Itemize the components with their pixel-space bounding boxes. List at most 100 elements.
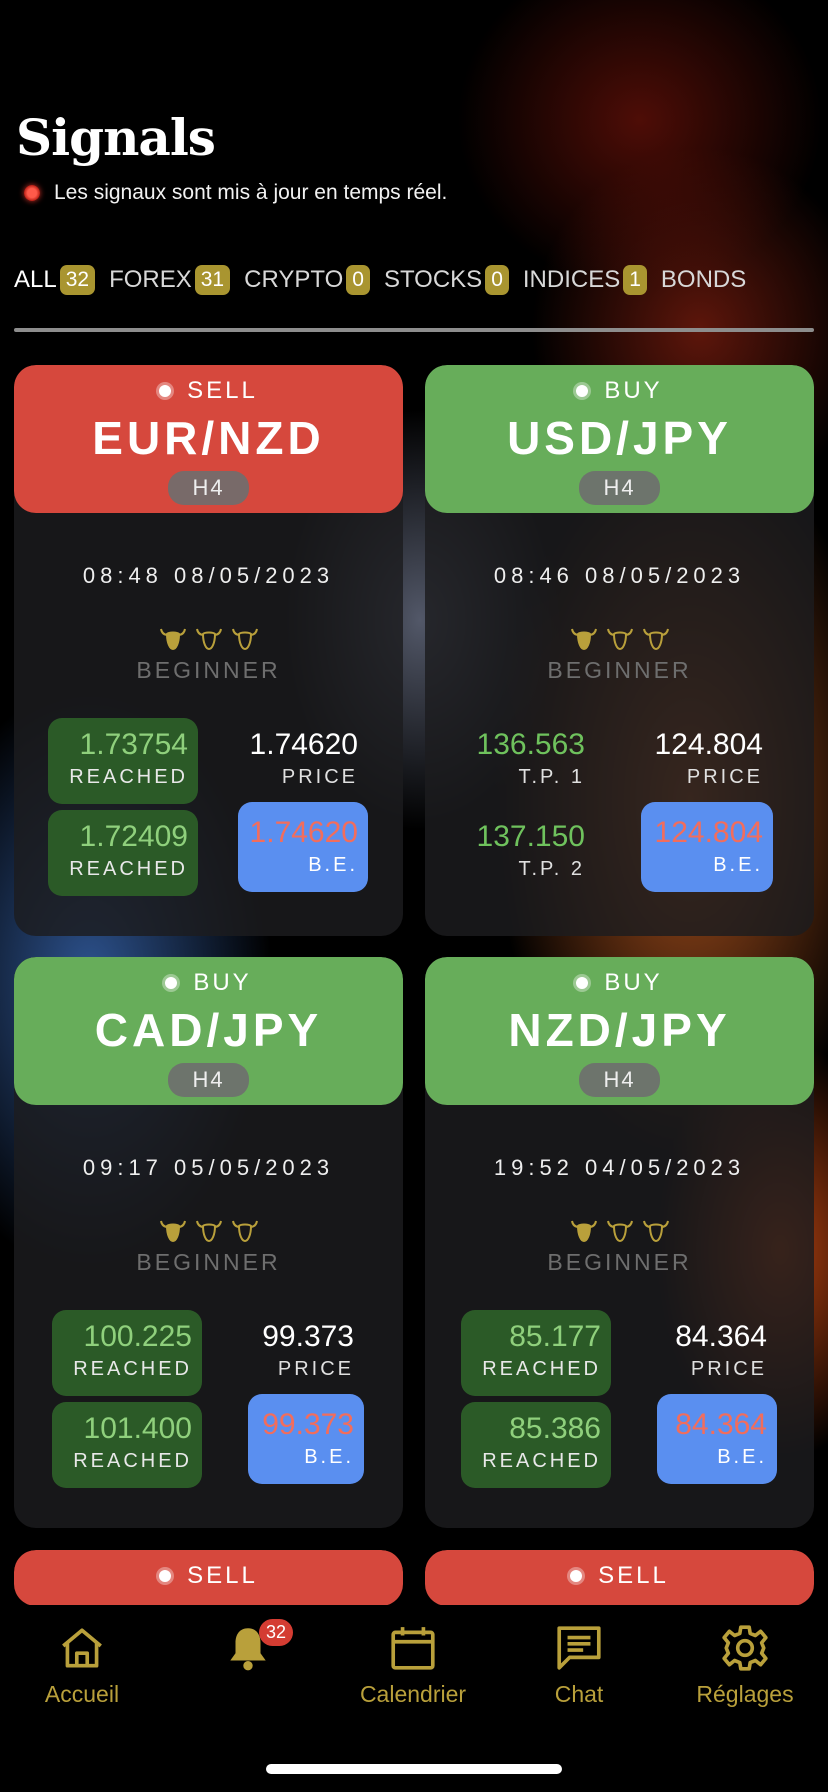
live-notice: Les signaux sont mis à jour en temps rée… (24, 181, 447, 205)
nav-home[interactable]: Accueil (7, 1623, 157, 1708)
target-2-label: T.P. 2 (518, 858, 585, 880)
tab-bonds[interactable]: BONDS (661, 266, 746, 294)
nav-home-label: Accueil (44, 1681, 120, 1707)
calendar-icon (391, 1627, 435, 1670)
tabs-divider (14, 328, 814, 332)
tab-count-badge: 31 (194, 265, 231, 295)
tab-stocks[interactable]: STOCKS 0 (384, 265, 509, 295)
nav-chat-label: Chat (554, 1681, 604, 1707)
target-1: 136.563 T.P. 1 (445, 718, 595, 804)
tab-label: INDICES (522, 266, 621, 293)
difficulty-icons (425, 623, 814, 653)
side-dot-icon (159, 385, 172, 397)
target-2: 1.72409 REACHED (48, 810, 198, 896)
target-1-label: T.P. 1 (518, 766, 585, 788)
current-price: 84.364 PRICE (657, 1310, 777, 1396)
tab-label: CRYPTO (244, 266, 344, 293)
tab-label: FOREX (109, 266, 192, 293)
break-even-label: B.E. (713, 854, 763, 876)
bull-icon (195, 628, 222, 651)
timeframe-badge: H4 (579, 471, 660, 505)
signal-card[interactable]: SELL EUR/NZD H4 08:48 08/05/2023 BEGINNER 1.7… (14, 365, 403, 936)
side-text: SELL (187, 1562, 258, 1589)
timeframe-badge: H4 (579, 1063, 660, 1097)
signal-time: 08:46 08/05/2023 (493, 563, 746, 588)
chat-icon (557, 1626, 601, 1670)
target-1-value: 136.563 (476, 728, 585, 761)
tab-label: BONDS (660, 266, 747, 293)
signal-card-partial[interactable]: SELL (14, 1550, 403, 1606)
live-notice-text: Les signaux sont mis à jour en temps rée… (54, 181, 448, 204)
signal-card[interactable]: BUY NZD/JPY H4 19:52 04/05/2023 BEGINNER 85.1… (425, 957, 814, 1528)
page-header: Signals Les signaux sont mis à jour en t… (16, 108, 447, 205)
target-1-value: 85.177 (509, 1320, 601, 1353)
target-2-label: REACHED (73, 1450, 192, 1472)
tab-all[interactable]: ALL 32 (14, 265, 96, 295)
difficulty-icons (425, 1215, 814, 1245)
signal-card[interactable]: BUY USD/JPY H4 08:46 08/05/2023 BEGINNER 136.… (425, 365, 814, 936)
difficulty-level: BEGINNER (547, 1249, 692, 1275)
current-price: 124.804 PRICE (641, 718, 773, 804)
signal-time: 09:17 05/05/2023 (82, 1155, 335, 1180)
card-header: BUY CAD/JPY H4 (14, 957, 403, 1105)
price-value: 84.364 (675, 1320, 767, 1353)
bull-icon (231, 1220, 258, 1243)
target-2: 85.386 REACHED (461, 1402, 611, 1488)
tab-forex[interactable]: FOREX 31 (109, 265, 231, 295)
nav-calendar[interactable]: Calendrier (338, 1623, 488, 1708)
price-label: PRICE (281, 766, 358, 788)
side-dot-icon (576, 977, 589, 989)
break-even-value: 99.373 (262, 1408, 354, 1441)
side-label: BUY (425, 957, 814, 997)
home-icon (62, 1628, 102, 1668)
pair-name: EUR/NZD (92, 412, 325, 464)
side-label: SELL (14, 365, 403, 405)
target-1-label: REACHED (69, 766, 188, 788)
side-label: BUY (14, 957, 403, 997)
bull-icon (642, 1220, 669, 1243)
timeframe-badge: H4 (168, 1063, 249, 1097)
target-2: 137.150 T.P. 2 (445, 810, 595, 896)
break-even: 84.364 B.E. (657, 1394, 777, 1484)
target-2: 101.400 REACHED (52, 1402, 202, 1488)
nav-settings[interactable]: Réglages (670, 1623, 820, 1708)
nav-settings-label: Réglages (696, 1681, 794, 1707)
price-value: 1.74620 (249, 728, 358, 761)
price-label: PRICE (690, 1358, 767, 1380)
nav-notifications[interactable]: 32 (173, 1619, 323, 1681)
target-1: 100.225 REACHED (52, 1310, 202, 1396)
page-title: Signals (16, 108, 216, 167)
break-even: 99.373 B.E. (248, 1394, 364, 1484)
target-1-label: REACHED (482, 1358, 601, 1380)
bull-icon (606, 628, 633, 651)
card-header: SELL (425, 1550, 814, 1606)
bull-icon (195, 1220, 222, 1243)
tab-label: STOCKS (383, 266, 483, 293)
break-even: 124.804 B.E. (641, 802, 773, 892)
tab-count-badge: 0 (485, 265, 509, 295)
nav-chat[interactable]: Chat (504, 1623, 654, 1708)
tab-label: ALL (14, 266, 57, 293)
home-indicator (266, 1764, 562, 1774)
tab-crypto[interactable]: CRYPTO 0 (244, 265, 370, 295)
target-1-value: 1.73754 (79, 728, 188, 761)
tab-indices[interactable]: INDICES 1 (523, 265, 647, 295)
target-2-label: REACHED (69, 858, 188, 880)
difficulty-icons (14, 1215, 403, 1245)
break-even-label: B.E. (308, 854, 358, 876)
side-text: BUY (193, 969, 252, 996)
bull-icon (642, 628, 669, 651)
side-label: SELL (425, 1550, 814, 1590)
side-text: SELL (598, 1562, 669, 1589)
difficulty-level: BEGINNER (136, 1249, 281, 1275)
current-price: 1.74620 PRICE (238, 718, 368, 804)
current-price: 99.373 PRICE (248, 1310, 364, 1396)
side-text: BUY (604, 377, 663, 404)
side-text: SELL (187, 377, 258, 404)
side-dot-icon (165, 977, 178, 989)
signal-card[interactable]: BUY CAD/JPY H4 09:17 05/05/2023 BEGINNER 100.… (14, 957, 403, 1528)
timeframe-badge: H4 (168, 471, 249, 505)
target-1: 85.177 REACHED (461, 1310, 611, 1396)
difficulty-icons (14, 623, 403, 653)
signal-card-partial[interactable]: SELL (425, 1550, 814, 1606)
